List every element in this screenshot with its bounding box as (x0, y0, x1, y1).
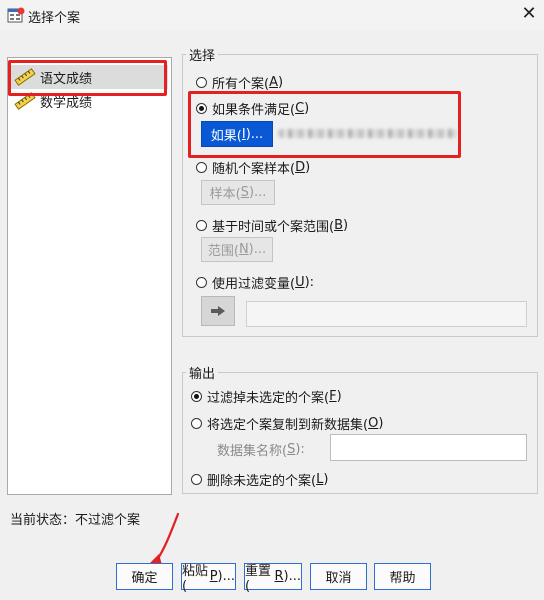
variable-item-math[interactable]: 数学成绩 (10, 89, 168, 113)
help-button[interactable]: 帮助 (374, 563, 431, 590)
radio-random-sample[interactable]: 随机个案样本(D) (196, 158, 310, 177)
current-status: 当前状态：不过滤个案 (10, 513, 141, 528)
paste-button[interactable]: 粘贴(P)... (181, 563, 236, 594)
move-variable-button[interactable] (201, 296, 235, 326)
if-button[interactable]: 如果(I)... (201, 121, 273, 147)
radio-filter-variable[interactable]: 使用过滤变量(U): (196, 273, 314, 292)
output-legend: 输出 (186, 363, 219, 382)
radio-indicator (196, 220, 207, 231)
radio-filter-out[interactable]: 过滤掉未选定的个案(F) (191, 387, 342, 406)
dataset-name-label: 数据集名称(S): (217, 442, 305, 459)
ok-button[interactable]: 确定 (116, 563, 173, 590)
ruler-icon (14, 68, 36, 86)
filter-variable-field[interactable] (246, 301, 527, 327)
reset-button[interactable]: 重置(R)... (244, 563, 302, 594)
variable-item-chinese[interactable]: 语文成绩 (10, 65, 168, 89)
cancel-button[interactable]: 取消 (310, 563, 367, 590)
arrow-right-icon (211, 306, 225, 316)
window-title: 选择个案 (28, 11, 81, 26)
radio-time-range[interactable]: 基于时间或个案范围(B) (196, 216, 348, 235)
radio-indicator (191, 418, 202, 429)
radio-indicator (196, 162, 207, 173)
close-icon[interactable]: ✕ (518, 3, 540, 25)
ruler-icon (14, 92, 36, 110)
condition-expression-redacted (278, 129, 458, 138)
variable-list[interactable]: 语文成绩 数学成绩 (7, 57, 172, 495)
variable-label: 数学成绩 (40, 95, 93, 111)
radio-if-condition[interactable]: 如果条件满足(C) (196, 99, 309, 118)
radio-indicator (196, 103, 207, 114)
radio-indicator (191, 391, 202, 402)
spss-app-icon (7, 6, 25, 24)
radio-copy-new-dataset[interactable]: 将选定个案复制到新数据集(O) (191, 414, 383, 433)
radio-delete-unselected[interactable]: 删除未选定的个案(L) (191, 470, 328, 489)
variable-label: 语文成绩 (40, 71, 93, 87)
radio-indicator (196, 77, 207, 88)
dataset-name-input[interactable] (330, 434, 527, 461)
title-bar (0, 0, 544, 30)
range-button[interactable]: 范围(N)... (201, 237, 273, 262)
sample-button[interactable]: 样本(S)... (201, 180, 275, 205)
radio-indicator (191, 474, 202, 485)
radio-all-cases[interactable]: 所有个案(A) (196, 73, 283, 92)
radio-indicator (196, 277, 207, 288)
select-legend: 选择 (186, 45, 219, 64)
annotation-arrow-icon (150, 512, 180, 565)
